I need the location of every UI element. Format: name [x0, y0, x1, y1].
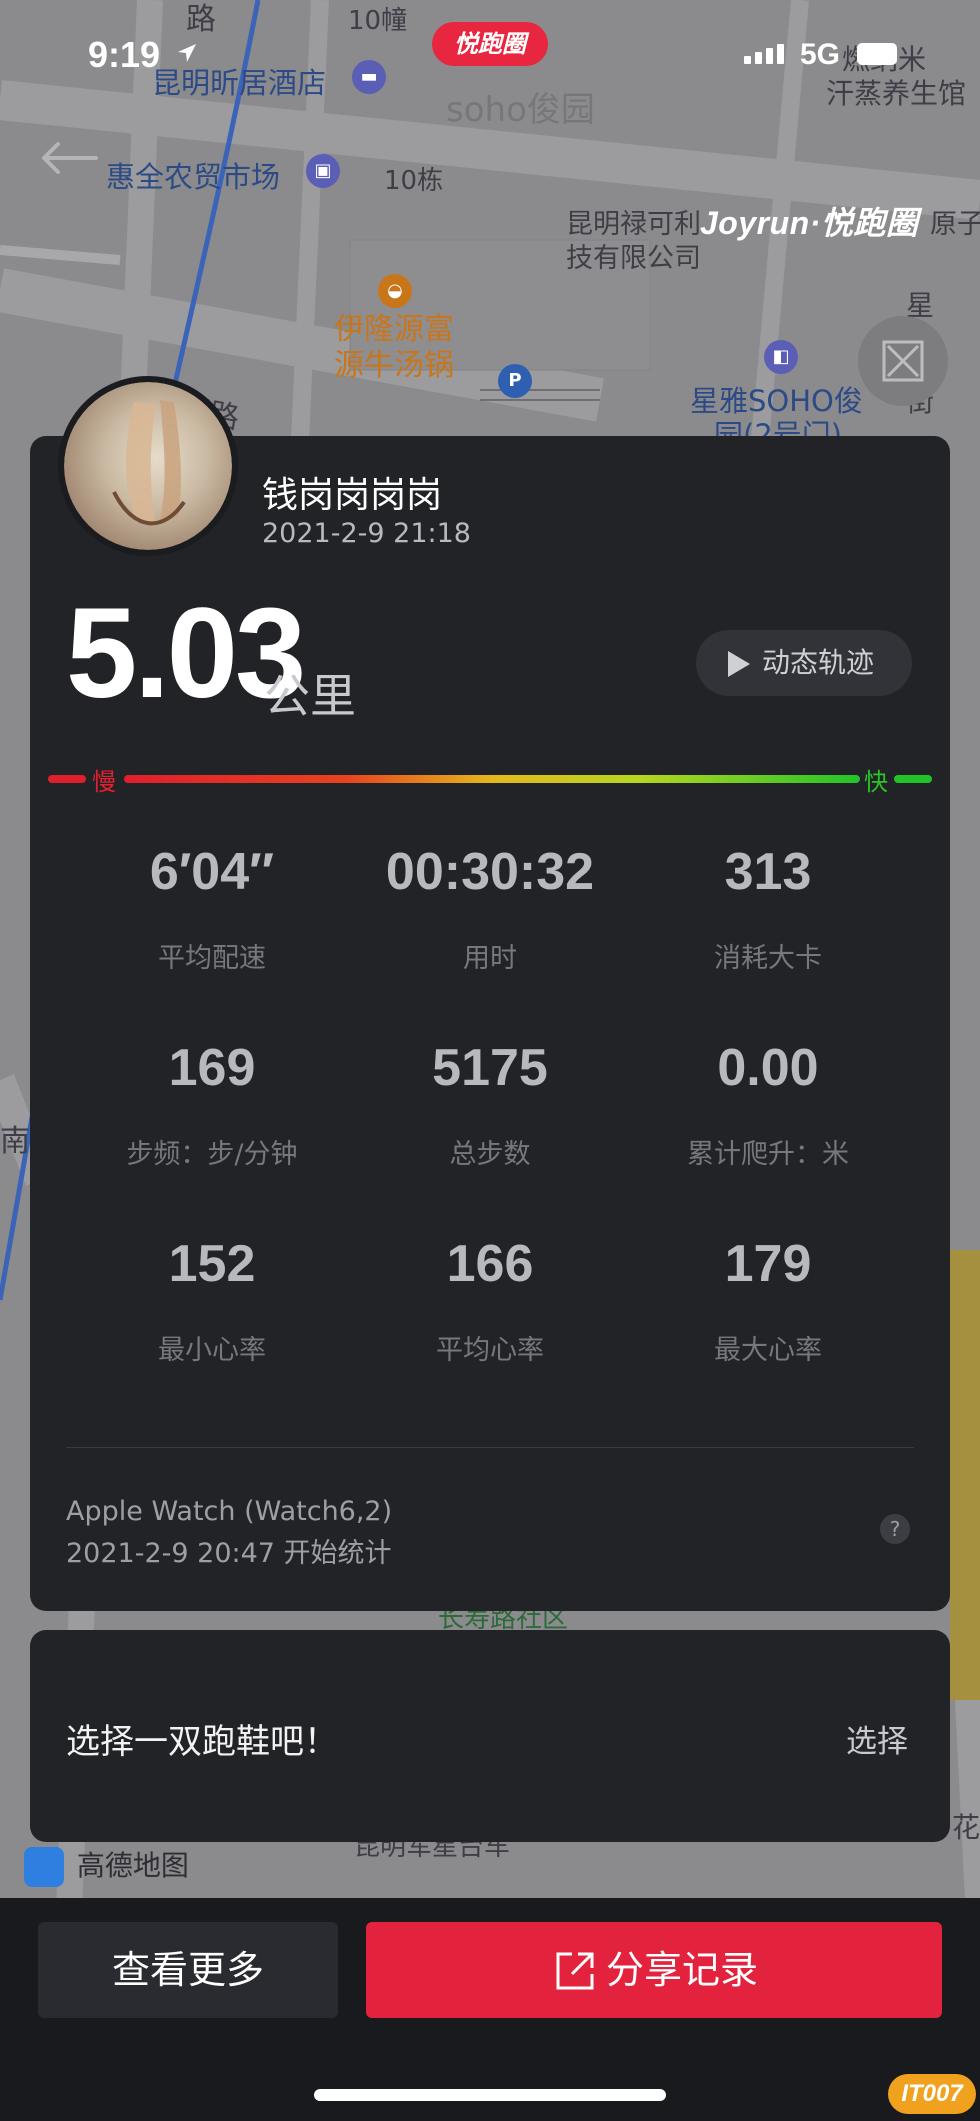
- home-indicator[interactable]: [314, 2089, 666, 2101]
- map-label-restaurant-2: 源牛汤锅: [334, 348, 454, 383]
- user-name: 钱岗岗岗岗: [262, 475, 443, 516]
- amap-arrow-icon: [24, 1847, 64, 1887]
- track-replay-button[interactable]: 动态轨迹: [696, 630, 912, 696]
- market-poi-icon[interactable]: ▣: [306, 154, 340, 188]
- amap-logo-text: 高德地图: [76, 1849, 189, 1882]
- signal-icon: [744, 44, 788, 64]
- map-label-restaurant-1: 伊隆源富: [334, 312, 454, 347]
- map-label-building-10: 10栋: [384, 166, 444, 196]
- help-icon[interactable]: ?: [880, 1514, 910, 1544]
- avatar[interactable]: [58, 376, 238, 556]
- distance-unit: 公里: [264, 669, 356, 723]
- it007-logo: IT007: [888, 2074, 976, 2114]
- gate-poi-icon[interactable]: ◧: [764, 340, 798, 374]
- expand-icon: [882, 340, 924, 382]
- start-time: 2021-2-9 20:47 开始统计: [66, 1538, 392, 1569]
- hotel-poi-icon[interactable]: ▬: [352, 60, 386, 94]
- ballet-shoes-image: [112, 400, 186, 526]
- map-label-building: 10幢: [348, 6, 408, 36]
- pace-gradient-bar: [48, 775, 932, 783]
- select-shoes-button[interactable]: 选择: [846, 1716, 908, 1761]
- total-steps-value: 5175: [432, 1039, 548, 1097]
- slow-label: 慢: [92, 768, 116, 796]
- map-label-right-cut: 原子工: [930, 209, 980, 240]
- view-more-button[interactable]: 查看更多: [38, 1922, 338, 2018]
- app-brand-pill: 悦跑圈: [432, 22, 548, 66]
- map-label-soho: soho俊园: [446, 90, 595, 130]
- share-record-button[interactable]: 分享记录: [366, 1922, 942, 2018]
- map-label-company-2: 技有限公司: [566, 243, 701, 274]
- map-label-right-flower: 花: [952, 1811, 980, 1844]
- amap-logo: 高德地图: [24, 1844, 189, 1887]
- share-record-label: 分享记录: [606, 1948, 759, 1992]
- min-heart-rate-value: 152: [168, 1235, 256, 1293]
- calories-value: 313: [724, 843, 812, 901]
- map-label-top-right-2: 汗蒸养生馆: [826, 77, 967, 110]
- map-label-market: 惠全农贸市场: [106, 160, 281, 194]
- device-name: Apple Watch (Watch6,2): [66, 1496, 393, 1527]
- joyrun-watermark: Joyrun·悦跑圈: [700, 205, 919, 241]
- max-heart-rate-value: 179: [724, 1235, 812, 1293]
- run-datetime: 2021-2-9 21:18: [262, 518, 471, 549]
- play-icon: [728, 651, 750, 677]
- avg-pace-label: 平均配速: [158, 943, 266, 974]
- map-label-hotel: 昆明昕居酒店: [152, 66, 327, 100]
- cadence-label: 步频：步/分钟: [126, 1139, 298, 1170]
- max-heart-rate-label: 最大心率: [714, 1335, 822, 1366]
- avatar-image: [64, 382, 232, 550]
- network-type: 5G: [800, 38, 841, 71]
- avg-heart-rate-value: 166: [446, 1235, 534, 1293]
- map-label-road: 路: [186, 2, 216, 37]
- avg-pace-value: 6′04″: [149, 843, 275, 901]
- restaurant-poi-icon[interactable]: ◒: [378, 274, 412, 308]
- total-steps-label: 总步数: [449, 1139, 531, 1170]
- duration-label: 用时: [463, 943, 517, 974]
- shoe-prompt: 选择一双跑鞋吧！: [66, 1722, 338, 1762]
- avg-heart-rate-label: 平均心率: [436, 1335, 544, 1366]
- parking-poi-icon[interactable]: P: [498, 364, 532, 398]
- fast-label: 快: [864, 768, 888, 796]
- track-replay-label: 动态轨迹: [762, 646, 875, 679]
- min-heart-rate-label: 最小心率: [158, 1335, 266, 1366]
- status-time: 9:19: [88, 34, 161, 75]
- duration-value: 00:30:32: [385, 843, 595, 901]
- elevation-gain-value: 0.00: [717, 1039, 819, 1097]
- location-arrow-icon: [178, 44, 196, 62]
- battery-icon: [857, 43, 897, 65]
- back-arrow-icon[interactable]: [38, 140, 98, 176]
- map-expand-button[interactable]: [858, 316, 948, 406]
- elevation-gain-label: 累计爬升：米: [687, 1139, 849, 1170]
- map-label-left-edge: 南: [0, 1124, 30, 1159]
- calories-label: 消耗大卡: [714, 943, 822, 974]
- card-divider: [66, 1447, 914, 1448]
- cadence-value: 169: [168, 1039, 256, 1097]
- share-icon: [556, 1952, 594, 1990]
